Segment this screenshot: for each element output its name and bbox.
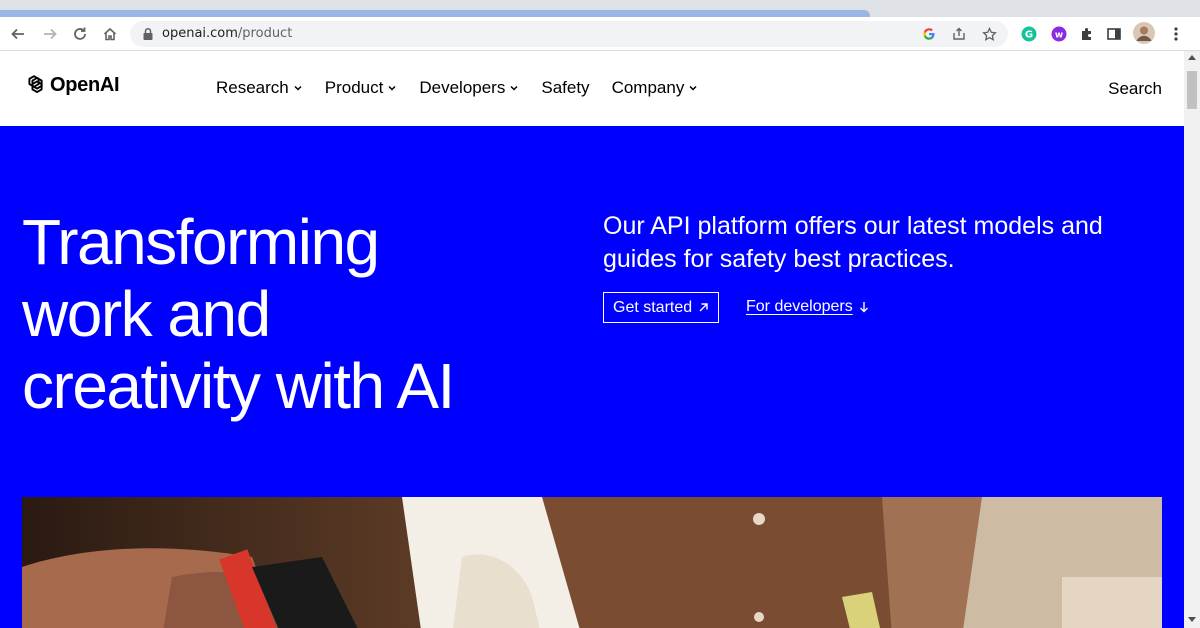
arrow-up-right-icon xyxy=(699,303,708,312)
openai-knot-icon xyxy=(28,75,43,94)
hero-title-line: creativity with AI xyxy=(22,350,455,422)
profile-avatar[interactable] xyxy=(1133,22,1155,44)
site-header: OpenAI Research Product Developers Safet… xyxy=(0,51,1184,126)
scrollbar-thumb[interactable] xyxy=(1187,71,1197,109)
chevron-down-icon xyxy=(689,85,697,91)
sidebar-icon[interactable] xyxy=(1105,25,1123,43)
get-started-button[interactable]: Get started xyxy=(603,292,720,323)
openai-logo[interactable]: OpenAI xyxy=(22,73,120,97)
chevron-down-icon xyxy=(388,85,396,91)
nav-label: Research xyxy=(216,78,289,97)
nav-label: Product xyxy=(324,78,384,97)
extension-w-icon[interactable]: w xyxy=(1050,25,1068,43)
address-bar[interactable]: openai.com/product xyxy=(130,21,1008,47)
arrow-down-icon xyxy=(859,302,868,313)
chevron-down-icon xyxy=(510,85,518,91)
button-label: Get started xyxy=(613,298,693,316)
forward-arrow-icon[interactable] xyxy=(38,22,62,46)
nav-item-product[interactable]: Product xyxy=(325,78,398,98)
hero-title-line: work and xyxy=(22,278,271,350)
more-menu-icon[interactable] xyxy=(1167,25,1185,43)
back-arrow-icon[interactable] xyxy=(6,22,30,46)
link-label: For developers xyxy=(746,298,853,315)
lock-icon[interactable] xyxy=(142,27,154,41)
nav-item-developers[interactable]: Developers xyxy=(419,78,519,98)
puzzle-icon[interactable] xyxy=(1078,25,1096,43)
nav-label: Safety xyxy=(541,78,590,97)
share-icon[interactable] xyxy=(950,25,968,43)
hero-section: Transforming work and creativity with AI… xyxy=(0,126,1184,628)
for-developers-link[interactable]: For developers xyxy=(746,298,869,316)
hero-subtitle: Our API platform offers our latest model… xyxy=(603,212,1103,273)
url-text: openai.com/product xyxy=(162,26,293,41)
scroll-down-icon[interactable] xyxy=(1188,617,1196,622)
nav-item-research[interactable]: Research xyxy=(216,78,303,98)
svg-text:w: w xyxy=(1055,31,1063,41)
star-icon[interactable] xyxy=(980,25,998,43)
grammarly-icon[interactable]: G xyxy=(1020,25,1038,43)
nav-label: Developers xyxy=(419,78,506,97)
scroll-up-icon[interactable] xyxy=(1188,55,1196,60)
hero-title-line: Transforming xyxy=(22,206,380,278)
active-tab[interactable] xyxy=(0,10,870,17)
svg-text:G: G xyxy=(1025,30,1033,41)
browser-toolbar: openai.com/product G w xyxy=(0,17,1200,51)
search-button[interactable]: Search xyxy=(1108,79,1162,99)
nav-item-safety[interactable]: Safety xyxy=(541,78,589,98)
nav-item-company[interactable]: Company xyxy=(612,78,699,98)
google-icon[interactable] xyxy=(920,25,938,43)
hero-photo xyxy=(22,497,1162,628)
nav-label: Company xyxy=(611,78,685,97)
hero-title: Transforming work and creativity with AI xyxy=(22,206,582,422)
page-viewport: OpenAI Research Product Developers Safet… xyxy=(0,51,1184,628)
reload-icon[interactable] xyxy=(68,22,92,46)
chevron-down-icon xyxy=(294,85,302,91)
main-nav: Research Product Developers Safety Compa… xyxy=(216,78,720,98)
logo-text: OpenAI xyxy=(50,73,120,96)
browser-tabstrip xyxy=(0,0,1200,17)
page-scrollbar[interactable] xyxy=(1184,51,1200,628)
home-icon[interactable] xyxy=(98,22,122,46)
